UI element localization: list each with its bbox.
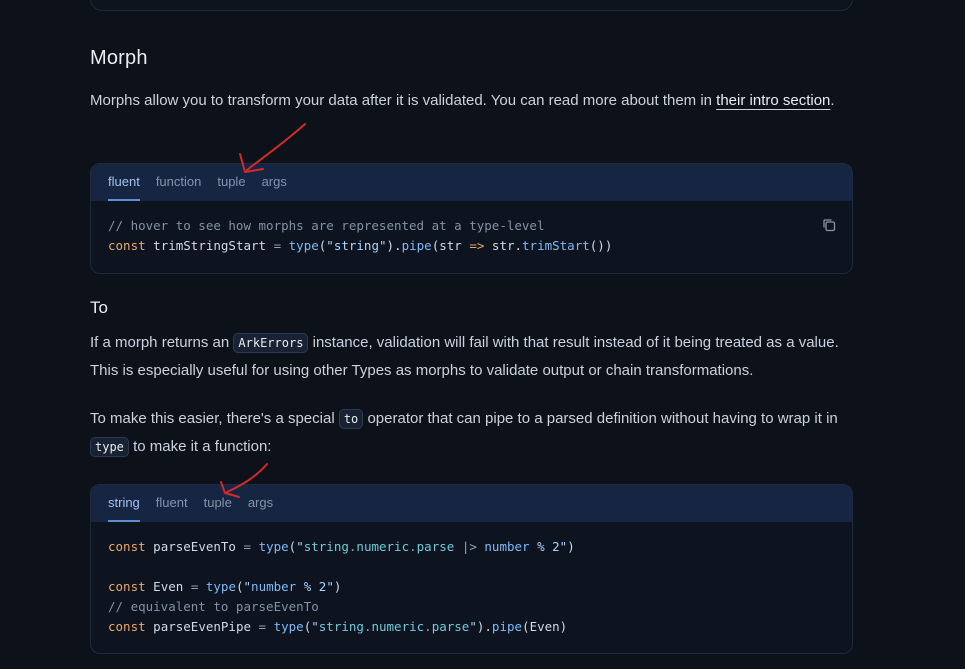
- to-paragraph-2: To make this easier, there's a special t…: [90, 409, 838, 457]
- code-tabs: fluent function tuple args: [91, 164, 852, 201]
- previous-code-block: [90, 0, 853, 11]
- copy-icon[interactable]: [822, 218, 836, 232]
- section-title: Morph: [90, 47, 148, 69]
- arkerrors-code: ArkErrors: [233, 333, 309, 353]
- tab-tuple[interactable]: tuple: [204, 485, 232, 512]
- subsection-title: To: [90, 298, 108, 317]
- tab-fluent[interactable]: fluent: [156, 485, 188, 512]
- to-code-block: string fluent tuple args const parseEven…: [90, 484, 853, 654]
- to-code: to: [338, 409, 364, 429]
- intro-section-link[interactable]: their intro section: [716, 92, 830, 109]
- code-content: const parseEvenTo = type("string.numeric…: [108, 539, 575, 634]
- type-code: type: [90, 437, 129, 457]
- tab-args[interactable]: args: [262, 164, 287, 191]
- tab-args[interactable]: args: [248, 485, 273, 512]
- morph-code-block: fluent function tuple args // hover to s…: [90, 163, 853, 274]
- code-tabs: string fluent tuple args: [91, 485, 852, 522]
- tab-function[interactable]: function: [156, 164, 202, 191]
- tab-fluent[interactable]: fluent: [108, 164, 140, 201]
- code-content: // hover to see how morphs are represent…: [108, 218, 613, 253]
- morph-intro-paragraph: Morphs allow you to transform your data …: [90, 92, 835, 109]
- tab-string[interactable]: string: [108, 485, 140, 522]
- tab-tuple[interactable]: tuple: [217, 164, 245, 191]
- to-paragraph-1: If a morph returns an ArkErrors instance…: [90, 333, 839, 379]
